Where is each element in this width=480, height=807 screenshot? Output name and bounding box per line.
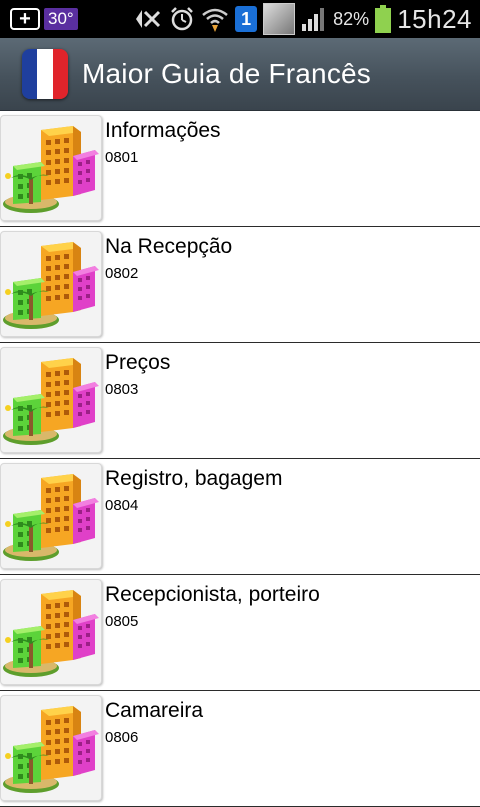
- clock: 15h24: [397, 3, 472, 34]
- item-title: Preços: [105, 351, 171, 374]
- list-item-0801[interactable]: Informações 0801: [0, 111, 480, 227]
- status-bar: + 30° 1 82% 15h24: [0, 0, 480, 38]
- list-item-0804[interactable]: Registro, bagagem 0804: [0, 459, 480, 575]
- list-item-0802[interactable]: Na Recepção 0802: [0, 227, 480, 343]
- item-code: 0802: [105, 265, 139, 282]
- flag-stripe-red: [52, 49, 68, 99]
- wifi-icon: [202, 8, 228, 32]
- temperature-indicator: 30°: [44, 8, 78, 30]
- alarm-icon: [171, 7, 194, 31]
- topic-list: Informações 0801 Na Recepção 0802 Preços…: [0, 111, 480, 807]
- item-title: Registro, bagagem: [105, 467, 283, 490]
- list-item-0803[interactable]: Preços 0803: [0, 343, 480, 459]
- hotel-buildings-icon: [0, 115, 102, 221]
- item-code: 0804: [105, 497, 139, 514]
- item-title: Na Recepção: [105, 235, 233, 258]
- item-code: 0806: [105, 729, 139, 746]
- battery-percent: 82%: [333, 8, 370, 29]
- action-bar: Maior Guia de Francês: [0, 38, 480, 111]
- app-title: Maior Guia de Francês: [82, 58, 371, 89]
- item-code: 0801: [105, 149, 139, 166]
- signal-strength-icon: [302, 8, 325, 31]
- list-item-0805[interactable]: Recepcionista, porteiro 0805: [0, 575, 480, 691]
- item-code: 0805: [105, 613, 139, 630]
- flag-stripe-blue: [22, 49, 38, 99]
- battery-icon: [375, 5, 392, 33]
- no-signal-icon: [263, 3, 296, 35]
- add-notification-icon: +: [10, 8, 40, 30]
- mute-vibrate-icon: [136, 10, 161, 28]
- flag-stripe-white: [37, 49, 53, 99]
- item-title: Recepcionista, porteiro: [105, 583, 320, 606]
- sim-indicator: 1: [235, 6, 258, 32]
- item-title: Camareira: [105, 699, 204, 722]
- item-title: Informações: [105, 119, 221, 142]
- hotel-buildings-icon: [0, 231, 102, 337]
- hotel-buildings-icon: [0, 579, 102, 685]
- french-flag-icon[interactable]: [22, 49, 68, 99]
- list-item-0806[interactable]: Camareira 0806: [0, 691, 480, 807]
- hotel-buildings-icon: [0, 347, 102, 453]
- item-code: 0803: [105, 381, 139, 398]
- hotel-buildings-icon: [0, 695, 102, 801]
- hotel-buildings-icon: [0, 463, 102, 569]
